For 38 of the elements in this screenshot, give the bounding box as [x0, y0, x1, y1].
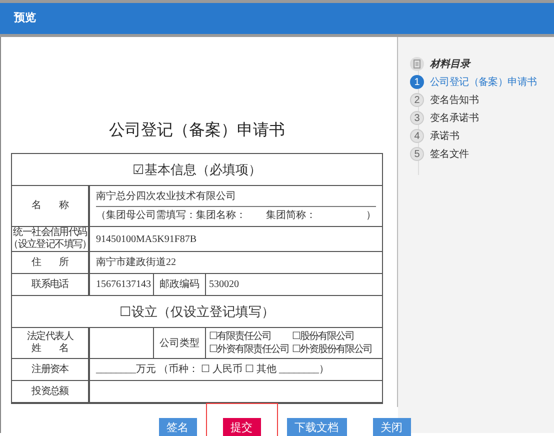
sidebar-item[interactable]: 5 签名文件 — [410, 145, 554, 163]
field-label: 邮政编码 — [160, 278, 200, 292]
field-label: 联系电话 — [32, 278, 68, 290]
field-label: 统一社会信用代码 — [13, 227, 87, 238]
field-value: 530020 — [209, 278, 239, 292]
option-text: ☐外资有限责任公司 — [209, 343, 289, 356]
field-value: ________万元 （币种： ☐ 人民币 ☐ 其他 ________） — [96, 362, 329, 377]
field-label: 公司类型 — [160, 336, 200, 350]
field-value: 南宁市建政街道22 — [96, 256, 176, 270]
option-text: ☐外资股份有限公司 — [292, 343, 372, 356]
field-label: 名 称 — [32, 200, 68, 212]
field-note: （集团母公司需填写：集团名称： — [96, 208, 247, 223]
sidebar-item[interactable]: 2 变名告知书 — [410, 91, 554, 109]
action-button[interactable]: 关闭 — [372, 418, 410, 436]
action-button[interactable]: 提交 — [222, 418, 260, 436]
field-value: 南宁总分四次农业技术有限公司 — [96, 190, 237, 204]
field-value: 15676137143 — [96, 278, 151, 292]
field-label: 注册资本 — [32, 364, 68, 376]
sidebar-item[interactable]: 1 公司登记（备案）申请书 — [410, 73, 554, 91]
field-label: 住 所 — [32, 256, 68, 268]
field-label: 姓 名 — [32, 343, 68, 355]
window-title: 预览 — [14, 10, 36, 26]
document-title: 公司登记（备案）申请书 — [108, 120, 286, 141]
action-button[interactable]: 下载文档 — [286, 418, 346, 436]
field-label: 投资总额 — [32, 386, 68, 398]
option-text: ☐有限责任公司 — [209, 330, 272, 343]
field-label: 法定代表人 — [26, 331, 73, 343]
sidebar-item[interactable]: 3 变名承诺书 — [410, 109, 554, 127]
action-button[interactable]: 签名 — [158, 418, 196, 436]
field-label: （设立登记不填写） — [8, 239, 92, 251]
field-note: 集团简称： — [266, 209, 317, 223]
field-value: 91450100MA5K91F87B — [96, 232, 197, 246]
section-heading: ☑基本信息（必填项） — [132, 160, 262, 179]
field-note: ） — [366, 209, 376, 223]
section-heading: ☐设立（仅设立登记填写） — [120, 302, 274, 321]
sidebar-title: 材料目录 — [430, 58, 470, 72]
option-text: ☐股份有限公司 — [292, 330, 355, 343]
sidebar-item[interactable]: 4 承诺书 — [410, 127, 554, 145]
